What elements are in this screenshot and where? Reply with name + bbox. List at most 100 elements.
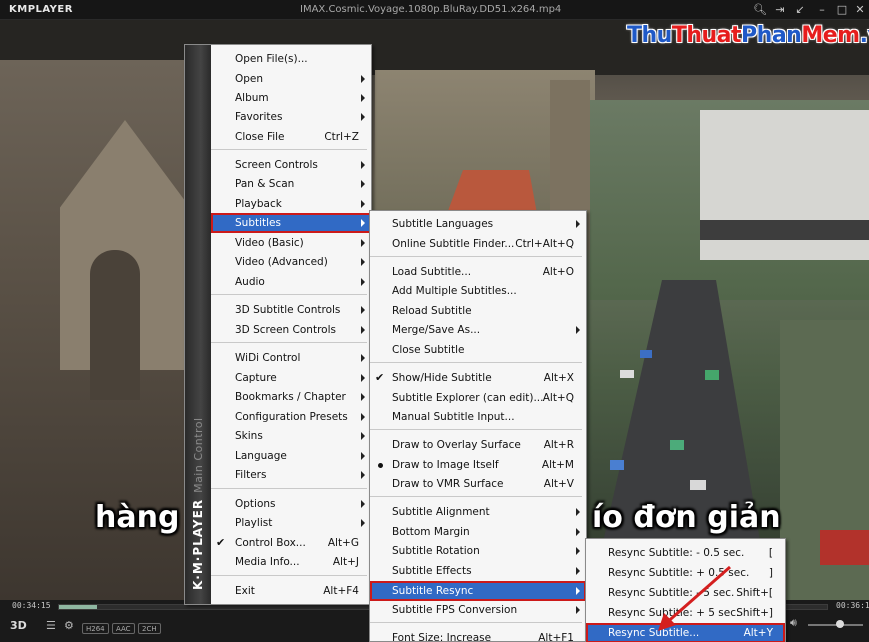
submenu-arrow-icon [576,220,580,228]
menu-item-label: Merge/Save As... [392,324,481,336]
subtitles_menu-item-subtitle-fps-conversion[interactable]: Subtitle FPS Conversion [370,600,586,620]
volume-icon[interactable]: 🔊︎ [790,616,797,630]
checkmark-icon: ✔ [375,371,385,384]
subtitles_menu-item-draw-to-overlay-surface[interactable]: Draw to Overlay Surface Alt+R [370,435,586,455]
main_menu-item-video-basic[interactable]: Video (Basic) [211,233,371,253]
menu-item-shortcut: Alt+R [543,439,574,451]
watermark-part: Thuat [671,23,742,48]
menu-item-label: Close Subtitle [392,344,465,356]
subtitles_menu-item-bottom-margin[interactable]: Bottom Margin [370,522,586,542]
minimize-button[interactable]: – [814,2,830,18]
subtitles_menu-item-font-size-increase[interactable]: Font Size: Increase Alt+F1 [370,628,586,642]
menu-item-shortcut: Ctrl+Z [324,131,359,143]
main_menu-item-pan-scan[interactable]: Pan & Scan [211,174,371,194]
menu-item-shortcut: Ctrl+Alt+Q [515,238,574,250]
main_menu-item-audio[interactable]: Audio [211,272,371,292]
submenu-arrow-icon [576,587,580,595]
subtitles_menu-item-show-hide-subtitle[interactable]: ✔ Show/Hide Subtitle Alt+X [370,368,586,388]
mini-mode-icon[interactable]: ↙ [792,2,808,18]
submenu-arrow-icon [361,239,365,247]
main_menu-item-3d-subtitle-controls[interactable]: 3D Subtitle Controls [211,300,371,320]
main_menu-item-media-info[interactable]: Media Info... Alt+J [211,552,371,572]
menu-item-shortcut: Alt+O [542,266,574,278]
main_menu-item-skins[interactable]: Skins [211,426,371,446]
menu-item-label: Video (Basic) [235,237,304,249]
subtitles_menu-item-subtitle-alignment[interactable]: Subtitle Alignment [370,502,586,522]
main_menu-item-capture[interactable]: Capture [211,368,371,388]
subtitles_menu-item-subtitle-effects[interactable]: Subtitle Effects [370,561,586,581]
seek-progress [59,605,98,609]
main_menu-item-widi-control[interactable]: WiDi Control [211,348,371,368]
maximize-button[interactable]: □ [834,2,850,18]
submenu-arrow-icon [361,413,365,421]
volume-knob[interactable] [836,620,844,628]
subtitles_menu-item-merge-save-as[interactable]: Merge/Save As... [370,320,586,340]
subtitles_menu-item-subtitle-rotation[interactable]: Subtitle Rotation [370,541,586,561]
gear-icon[interactable]: ⚙ [64,619,74,632]
3d-mode-button[interactable]: 3D [10,619,27,632]
menu-item-label: Resync Subtitle: - 0.5 sec. [608,547,745,559]
pin-icon[interactable]: ⇥ [772,2,788,18]
main_menu-item-3d-screen-controls[interactable]: 3D Screen Controls [211,320,371,340]
subtitles_menu-item-draw-to-image-itself[interactable]: Draw to Image Itself Alt+M [370,455,586,475]
title-bar: KMPLAYER IMAX.Cosmic.Voyage.1080p.BluRay… [0,0,869,20]
search-icon[interactable]: 🔍︎ [752,2,768,18]
menu-item-label: Album [235,92,269,104]
submenu-arrow-icon [361,113,365,121]
main_menu-item-album[interactable]: Album [211,88,371,108]
main_menu-item-favorites[interactable]: Favorites [211,107,371,127]
submenu-arrow-icon [361,354,365,362]
submenu-arrow-icon [576,567,580,575]
menu-separator [211,488,367,489]
menu-item-label: Subtitles [235,217,281,229]
main_menu-item-video-advanced[interactable]: Video (Advanced) [211,252,371,272]
subtitles_menu-item-draw-to-vmr-surface[interactable]: Draw to VMR Surface Alt+V [370,474,586,494]
main_menu-item-close-file[interactable]: Close File Ctrl+Z [211,127,371,147]
subtitles_menu-item-subtitle-explorer-can-edit[interactable]: Subtitle Explorer (can edit)... Alt+Q [370,388,586,408]
menu-item-label: Bookmarks / Chapter [235,391,346,403]
menu-item-label: WiDi Control [235,352,301,364]
subtitles_menu-item-manual-subtitle-input[interactable]: Manual Subtitle Input... [370,407,586,427]
submenu-arrow-icon [361,452,365,460]
main_menu-item-open[interactable]: Open [211,69,371,89]
submenu-arrow-icon [361,200,365,208]
subtitles_menu-item-close-subtitle[interactable]: Close Subtitle [370,340,586,360]
resync_menu-item-resync-subtitle-0-5-sec[interactable]: Resync Subtitle: - 0.5 sec. [ [586,543,785,563]
main_menu-item-exit[interactable]: Exit Alt+F4 [211,581,371,601]
subtitles_menu-item-add-multiple-subtitles[interactable]: Add Multiple Subtitles... [370,281,586,301]
subtitles_menu-item-subtitle-resync[interactable]: Subtitle Resync [370,581,586,601]
main_menu-item-language[interactable]: Language [211,446,371,466]
subtitles_menu-item-reload-subtitle[interactable]: Reload Subtitle [370,301,586,321]
menu-item-shortcut: ] [768,567,773,579]
subtitles_menu-item-online-subtitle-finder[interactable]: Online Subtitle Finder... Ctrl+Alt+Q [370,234,586,254]
elapsed-time: 00:34:15 [12,601,51,610]
main_menu-item-filters[interactable]: Filters [211,465,371,485]
watermark-logo: ThuThuatPhanMem.vn [627,22,869,50]
main_menu-item-bookmarks-chapter[interactable]: Bookmarks / Chapter [211,387,371,407]
playlist-icon[interactable]: ☰ [46,619,56,632]
menu-item-label: Favorites [235,111,283,123]
menu-separator [370,429,582,430]
main_menu-item-screen-controls[interactable]: Screen Controls [211,155,371,175]
close-button[interactable]: ✕ [852,2,868,18]
subtitles_menu-item-subtitle-languages[interactable]: Subtitle Languages [370,214,586,234]
main_menu-item-playlist[interactable]: Playlist [211,513,371,533]
menu-separator [211,149,367,150]
menu-item-shortcut: Shift+[ [736,587,773,599]
menu-item-label: 3D Subtitle Controls [235,304,341,316]
subtitles_menu-item-load-subtitle[interactable]: Load Subtitle... Alt+O [370,262,586,282]
menu-item-label: Subtitle FPS Conversion [392,604,518,616]
main-context-menu: K·M·PLAYERMain Control Open File(s)... Op… [184,44,372,605]
menu-separator [370,622,582,623]
submenu-arrow-icon [361,94,365,102]
main_menu-item-subtitles[interactable]: Subtitles [211,213,371,233]
submenu-arrow-icon [361,519,365,527]
main_menu-item-playback[interactable]: Playback [211,194,371,214]
main_menu-item-open-file-s[interactable]: Open File(s)... [211,49,371,69]
main_menu-item-options[interactable]: Options [211,494,371,514]
menu-item-label: Video (Advanced) [235,256,328,268]
main_menu-item-configuration-presets[interactable]: Configuration Presets [211,407,371,427]
codec-badge-audio: AAC [112,623,135,634]
main_menu-item-control-box[interactable]: ✔ Control Box... Alt+G [211,533,371,553]
watermark-part: .vn [859,23,869,48]
